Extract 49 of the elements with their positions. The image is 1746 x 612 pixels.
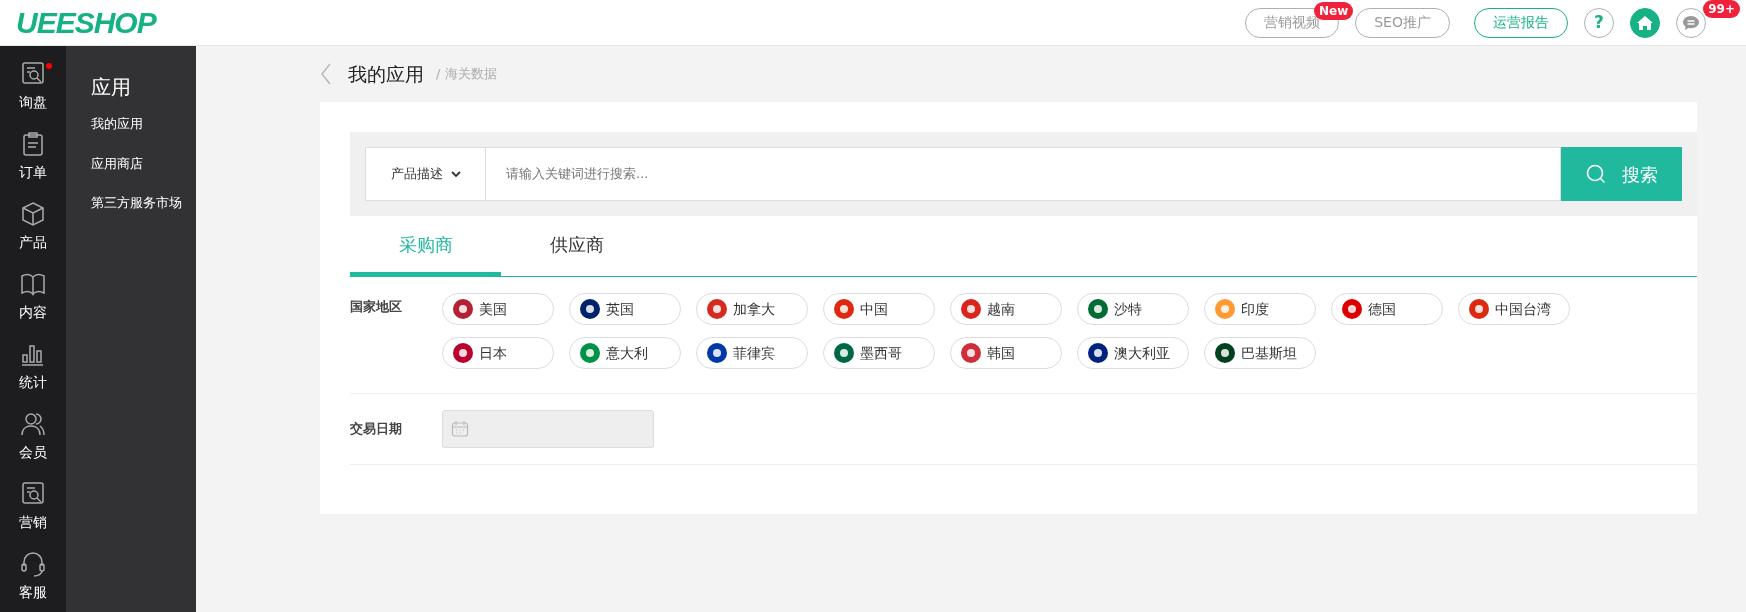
- submenu-item[interactable]: 第三方服务市场: [91, 193, 196, 213]
- country-chip[interactable]: 意大利: [569, 337, 681, 369]
- filter-label: 交易日期: [350, 420, 403, 439]
- submenu-title: 应用: [91, 74, 132, 101]
- calendar-icon: [451, 420, 469, 438]
- nav-item[interactable]: 内容: [0, 256, 66, 326]
- nav-icon: [19, 200, 47, 228]
- country-chip[interactable]: 日本: [442, 337, 554, 369]
- chevron-icon: [450, 170, 461, 178]
- nav-item[interactable]: 产品: [0, 186, 66, 256]
- tab[interactable]: 供应商: [501, 216, 652, 276]
- notification-badge: 99+: [1703, 0, 1740, 18]
- submenu-item[interactable]: 应用商店: [91, 153, 196, 173]
- nav-item[interactable]: 营销: [0, 466, 66, 536]
- country-chip[interactable]: 中国: [823, 293, 935, 325]
- chat-icon: [1682, 14, 1700, 31]
- nav-item[interactable]: 会员: [0, 396, 66, 466]
- country-chip[interactable]: 中国台湾: [1458, 293, 1570, 325]
- filter-label: 国家地区: [350, 298, 403, 316]
- breadcrumb-text: / 海关数据: [436, 65, 497, 84]
- nav-item[interactable]: 订单: [0, 116, 66, 186]
- nav-item[interactable]: 客服: [0, 536, 66, 606]
- submenu-item[interactable]: 我的应用: [91, 114, 196, 134]
- nav-item[interactable]: 询盘: [0, 46, 66, 116]
- country-chip[interactable]: 澳大利亚: [1077, 337, 1189, 369]
- country-chip[interactable]: 加拿大: [696, 293, 808, 325]
- chat-button[interactable]: [1676, 7, 1706, 38]
- country-chip[interactable]: 墨西哥: [823, 337, 935, 369]
- country-chip[interactable]: 美国: [442, 293, 554, 325]
- country-chip[interactable]: 越南: [950, 293, 1062, 325]
- logo: UEESHOP: [16, 5, 156, 41]
- country-chip[interactable]: 韩国: [950, 337, 1062, 369]
- country-chip[interactable]: 英国: [569, 293, 681, 325]
- home-button[interactable]: [1630, 7, 1660, 38]
- field-select[interactable]: 产品描述: [365, 147, 486, 201]
- country-chip[interactable]: 德国: [1331, 293, 1443, 325]
- search-icon: [1585, 164, 1606, 184]
- nav-icon: [19, 550, 47, 578]
- nav-item[interactable]: 统计: [0, 326, 66, 396]
- country-chip[interactable]: 巴基斯坦: [1204, 337, 1316, 369]
- unread-dot: [46, 63, 52, 69]
- country-chip[interactable]: 菲律宾: [696, 337, 808, 369]
- country-chip[interactable]: 印度: [1204, 293, 1316, 325]
- page-title: 我的应用: [348, 61, 424, 87]
- search-field[interactable]: 请输入关键词进行搜索...: [486, 147, 1561, 201]
- back-icon[interactable]: [320, 63, 332, 85]
- home-icon: [1636, 14, 1654, 31]
- nav-icon: [19, 410, 47, 438]
- country-chip[interactable]: 沙特: [1077, 293, 1189, 325]
